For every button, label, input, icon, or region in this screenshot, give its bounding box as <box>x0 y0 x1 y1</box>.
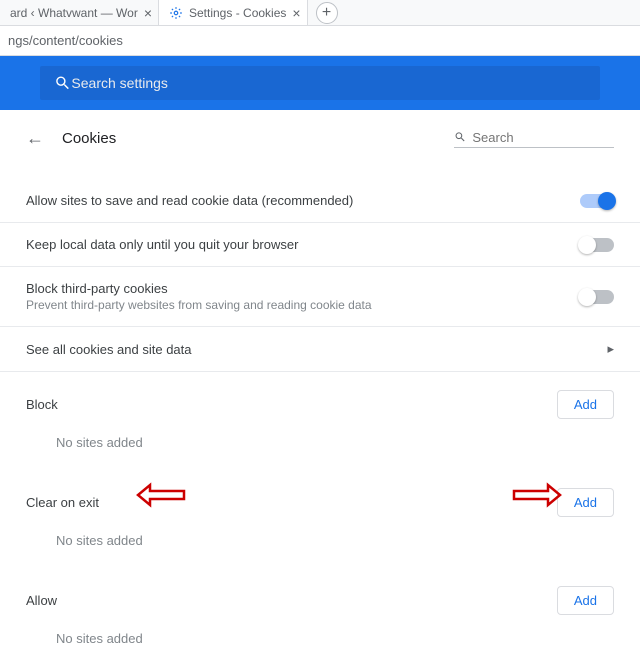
block-empty-text: No sites added <box>0 423 640 470</box>
setting-label: Allow sites to save and read cookie data… <box>26 193 353 208</box>
allow-section-header: Allow Add <box>0 568 640 619</box>
close-icon[interactable]: × <box>292 5 300 21</box>
setting-label: Keep local data only until you quit your… <box>26 237 298 252</box>
search-icon <box>54 74 71 92</box>
block-section-header: Block Add <box>0 372 640 423</box>
tab-title: Settings - Cookies <box>189 6 286 20</box>
back-arrow-icon[interactable]: ← <box>26 128 44 149</box>
setting-allow-cookies: Allow sites to save and read cookie data… <box>0 179 640 223</box>
close-icon[interactable]: × <box>144 5 152 21</box>
page-header: ← Cookies <box>0 110 640 159</box>
allow-empty-text: No sites added <box>0 619 640 666</box>
toggle-block-3p[interactable] <box>580 290 614 304</box>
settings-search-bar <box>0 56 640 110</box>
search-settings-input[interactable] <box>71 75 586 91</box>
gear-icon <box>169 6 183 20</box>
link-label: See all cookies and site data <box>26 342 192 357</box>
see-all-cookies-link[interactable]: See all cookies and site data ▸ <box>0 327 640 372</box>
setting-keep-local: Keep local data only until you quit your… <box>0 223 640 267</box>
tab-title: ard ‹ Whatvwant — Wor <box>10 6 138 20</box>
url-text: ngs/content/cookies <box>8 33 123 48</box>
section-title: Allow <box>26 593 57 608</box>
in-page-search-input[interactable] <box>472 130 614 145</box>
section-title: Block <box>26 397 58 412</box>
clear-empty-text: No sites added <box>0 521 640 568</box>
add-clear-on-exit-button[interactable]: Add <box>557 488 614 517</box>
page-title: Cookies <box>62 130 116 147</box>
toggle-keep-local[interactable] <box>580 238 614 252</box>
search-settings-field[interactable] <box>40 66 600 100</box>
setting-sublabel: Prevent third-party websites from saving… <box>26 298 372 312</box>
tab-settings-cookies[interactable]: Settings - Cookies × <box>159 0 308 25</box>
toggle-allow-cookies[interactable] <box>580 194 614 208</box>
annotation-arrow-right <box>512 482 562 508</box>
add-block-button[interactable]: Add <box>557 390 614 419</box>
setting-label: Block third-party cookies <box>26 281 372 296</box>
add-allow-button[interactable]: Add <box>557 586 614 615</box>
annotation-arrow-left <box>136 482 186 508</box>
new-tab-button[interactable]: + <box>316 2 338 24</box>
tab-whatwant[interactable]: ard ‹ Whatvwant — Wor × <box>0 0 159 25</box>
search-icon <box>454 130 466 144</box>
in-page-search[interactable] <box>454 130 614 148</box>
tab-strip: ard ‹ Whatvwant — Wor × Settings - Cooki… <box>0 0 640 26</box>
section-title: Clear on exit <box>26 495 99 510</box>
address-bar[interactable]: ngs/content/cookies <box>0 26 640 56</box>
chevron-right-icon: ▸ <box>607 341 614 357</box>
setting-block-3p: Block third-party cookies Prevent third-… <box>0 267 640 327</box>
